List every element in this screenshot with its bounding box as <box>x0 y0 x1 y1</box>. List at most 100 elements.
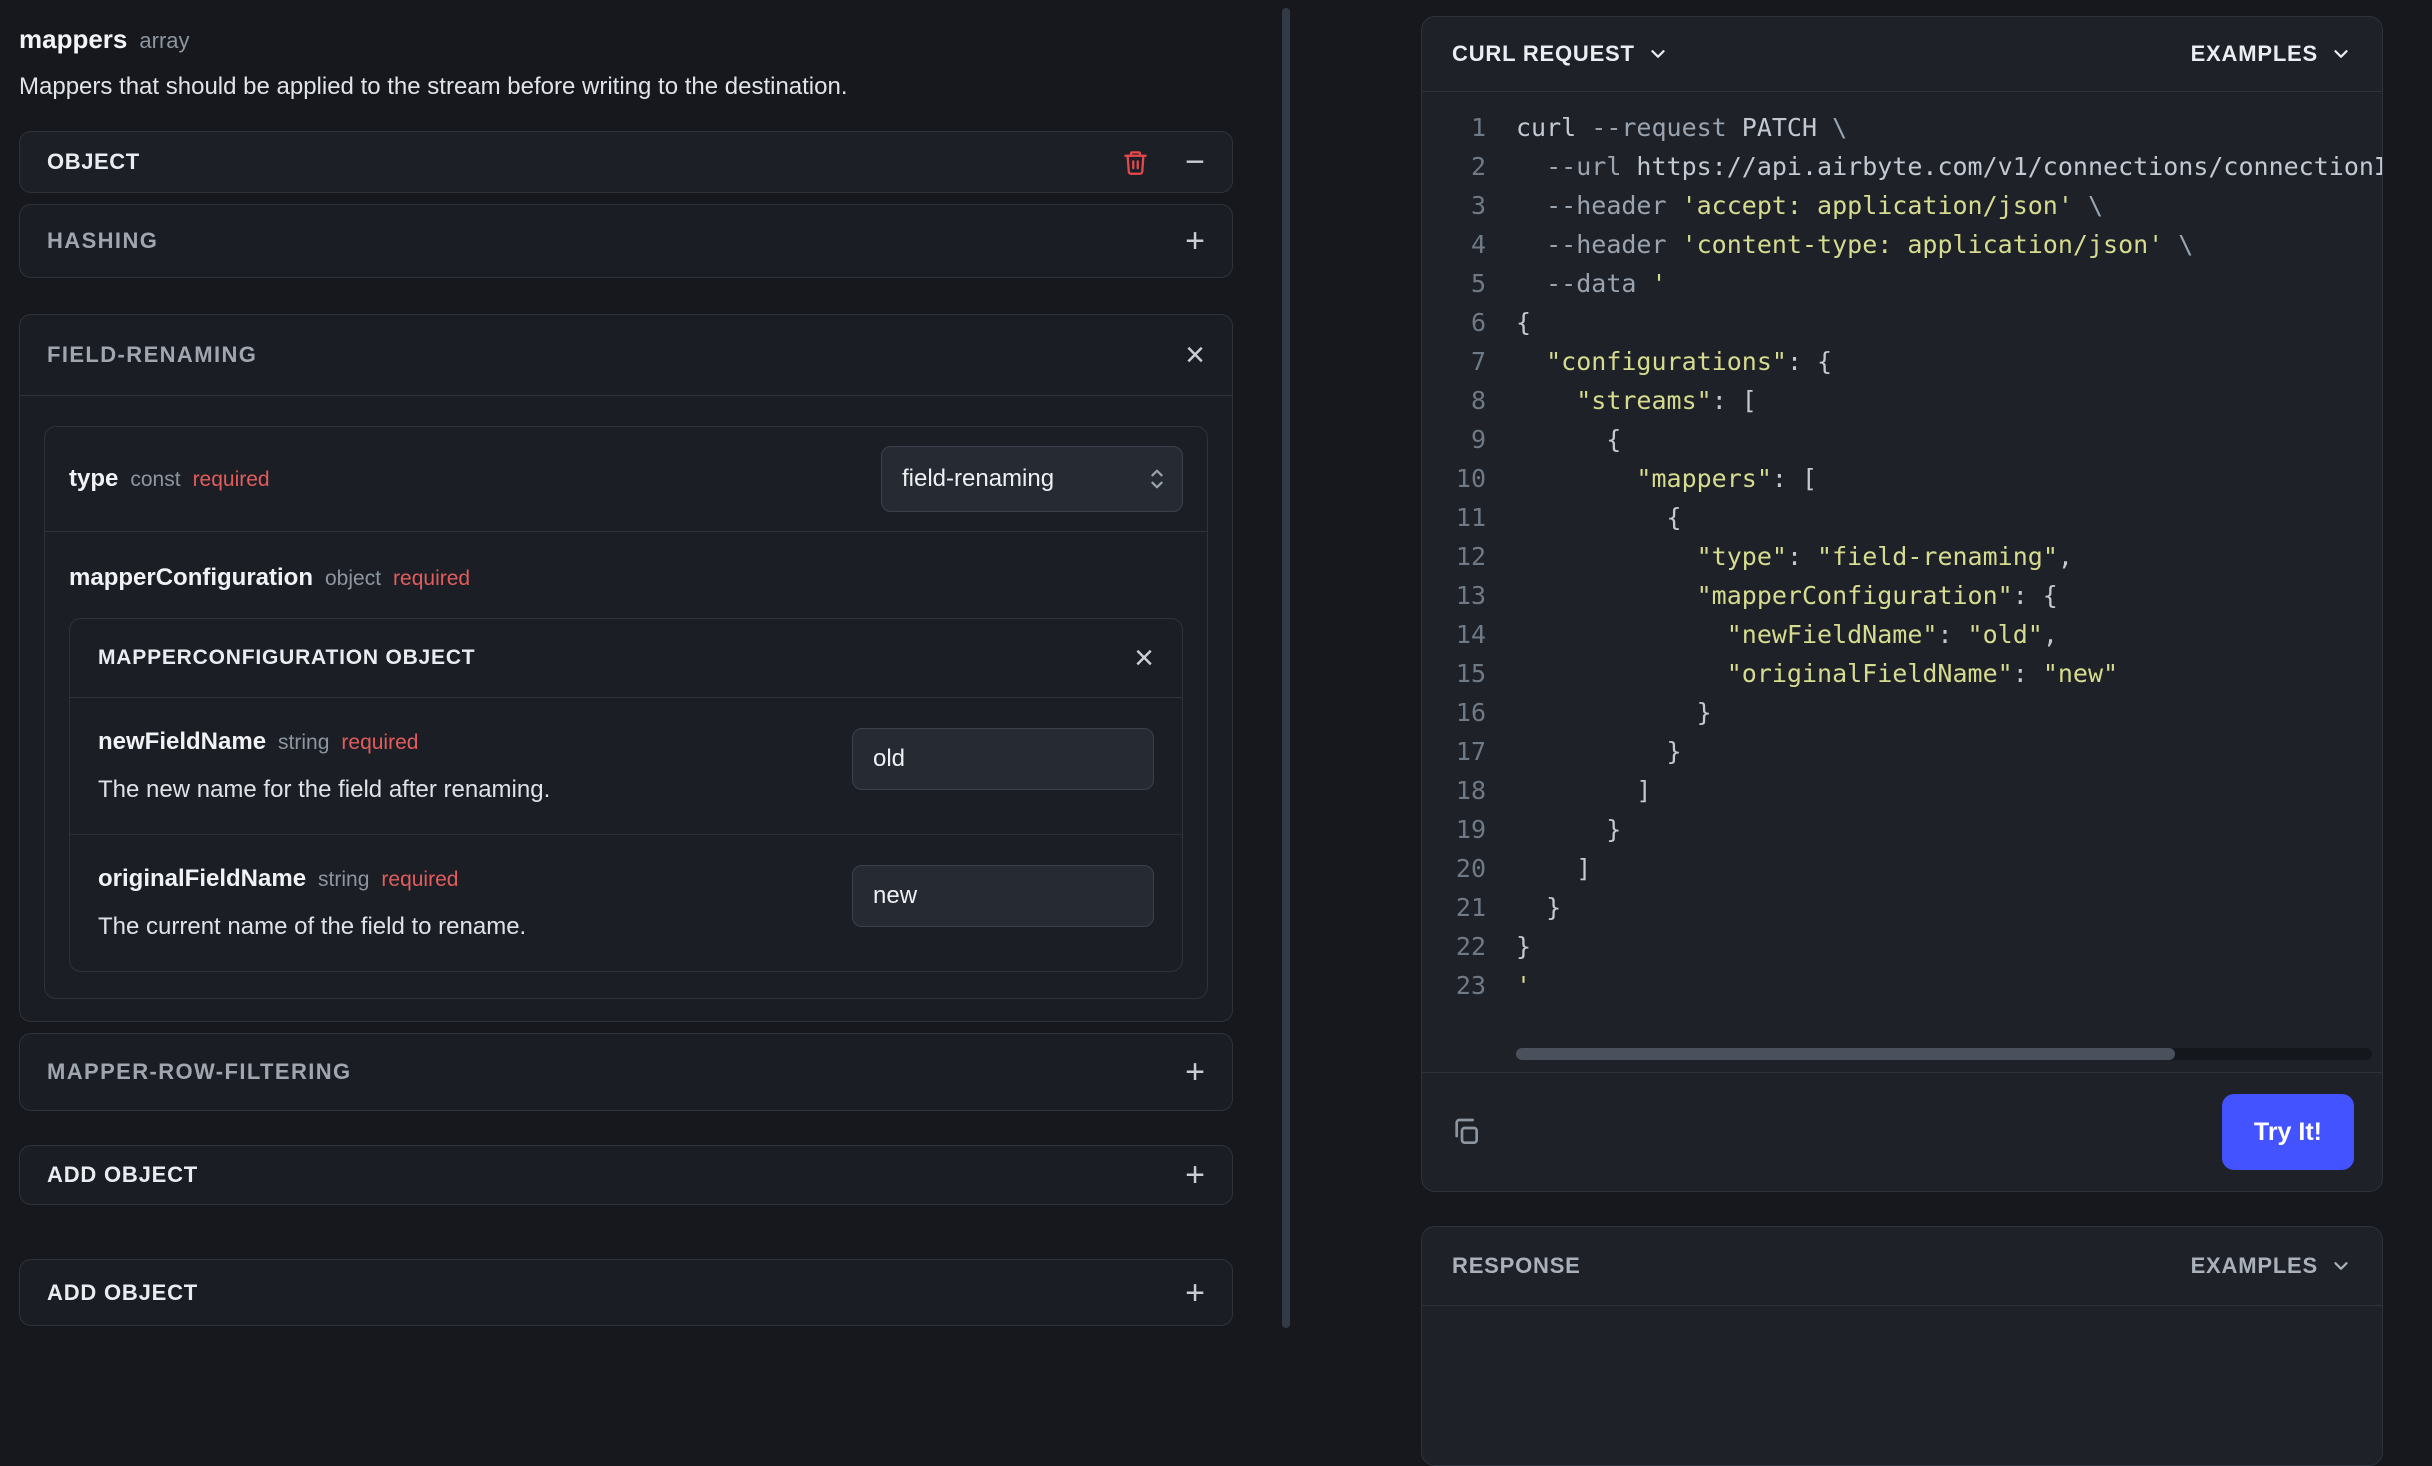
add-object-outer-button[interactable]: ADD OBJECT + <box>19 1259 1233 1326</box>
property-header: mappers array <box>19 24 1233 55</box>
remove-field-renaming-button[interactable]: × <box>1185 338 1205 372</box>
field-renaming-label: FIELD-RENAMING <box>47 342 258 367</box>
request-examples-dropdown[interactable]: EXAMPLES <box>2191 41 2352 67</box>
code-text: ] <box>1516 776 1652 805</box>
new-field-name-info: newFieldName string required The new nam… <box>98 728 550 804</box>
code-text: } <box>1516 932 1532 961</box>
code-text: --url https://api.airbyte.com/v1/connect… <box>1546 152 2382 181</box>
copy-code-button[interactable] <box>1450 1116 1482 1148</box>
chevron-down-icon <box>2334 50 2348 58</box>
add-object-button[interactable]: ADD OBJECT + <box>19 1145 1233 1205</box>
try-it-button[interactable]: Try It! <box>2221 1094 2354 1170</box>
code-block: 1 curl --request PATCH \ 2 --url https://a… <box>1422 92 2382 1042</box>
close-icon: × <box>1185 336 1205 374</box>
plus-icon-button[interactable]: + <box>1185 1158 1205 1192</box>
mapper-configuration-section: mapperConfiguration object required MAPP… <box>45 532 1207 998</box>
request-language-dropdown[interactable]: CURL REQUEST <box>1452 41 1669 67</box>
code-text: "configurations": { <box>1546 347 1833 376</box>
object-label: OBJECT <box>47 149 140 174</box>
expand-hashing-button[interactable]: + <box>1185 224 1205 258</box>
curl-request-title: CURL REQUEST <box>1452 41 1635 66</box>
new-field-name-meta: string <box>278 731 330 754</box>
type-field-row: type const required field-renaming <box>45 427 1207 532</box>
code-line: 2 --url https://api.airbyte.com/v1/conne… <box>1422 147 2382 186</box>
line-number: 20 <box>1455 854 1486 883</box>
examples-label: EXAMPLES <box>2190 41 2318 66</box>
type-select-value: field-renaming <box>902 465 1055 492</box>
copy-icon <box>1455 1118 1478 1144</box>
code-horizontal-scrollbar[interactable] <box>1516 1048 2372 1060</box>
collapse-object-button[interactable]: − <box>1185 145 1205 179</box>
playground-panel: CURL REQUEST EXAMPLES 1 curl --request PA… <box>1421 16 2383 1466</box>
original-field-name-label: originalFieldName <box>98 865 307 892</box>
code-line: 20 ] <box>1422 849 2382 888</box>
code-text: ] <box>1516 854 1592 883</box>
code-text: } <box>1516 815 1622 844</box>
line-number: 17 <box>1455 737 1486 766</box>
response-header: RESPONSE EXAMPLES <box>1422 1227 2382 1306</box>
new-field-name-input[interactable] <box>852 728 1154 790</box>
line-number: 9 <box>1470 425 1486 454</box>
code-text: curl --request PATCH \ <box>1516 113 1848 142</box>
code-text: "type": "field-renaming", <box>1696 542 2073 571</box>
response-examples-dropdown[interactable]: EXAMPLES <box>2191 1253 2352 1279</box>
mapper-configuration-card-title: MAPPERCONFIGURATION OBJECT <box>98 646 476 669</box>
line-number: 23 <box>1455 971 1486 1000</box>
code-line: 6{ <box>1422 303 2382 342</box>
code-line: 8 "streams": [ <box>1422 381 2382 420</box>
code-line: 16 } <box>1422 693 2382 732</box>
line-number: 5 <box>1470 269 1486 298</box>
line-number: 10 <box>1455 464 1486 493</box>
mapper-row-filtering-section[interactable]: MAPPER-ROW-FILTERING + <box>19 1033 1233 1111</box>
code-text: "streams": [ <box>1576 386 1757 415</box>
code-text: --header 'content-type: application/json… <box>1546 230 2194 259</box>
original-field-name-input[interactable] <box>852 865 1154 927</box>
code-line: 12 "type": "field-renaming", <box>1422 537 2382 576</box>
code-text: { <box>1516 503 1682 532</box>
mapper-configuration-card-header: MAPPERCONFIGURATION OBJECT × <box>70 619 1182 698</box>
plus-icon-button[interactable]: + <box>1185 1276 1205 1310</box>
type-select[interactable]: field-renaming <box>881 446 1183 512</box>
mapper-configuration-name: mapperConfiguration <box>69 564 313 591</box>
mapper-configuration-required: required <box>393 567 471 590</box>
line-number: 12 <box>1455 542 1486 571</box>
code-lines: 1 curl --request PATCH \ 2 --url https://a… <box>1422 108 2382 1005</box>
close-mapper-configuration-button[interactable]: × <box>1134 641 1154 675</box>
plus-icon: + <box>1185 1156 1205 1194</box>
line-number: 3 <box>1470 191 1486 220</box>
line-number: 19 <box>1455 815 1486 844</box>
line-number: 2 <box>1470 152 1486 181</box>
code-text: } <box>1516 893 1562 922</box>
code-line: 5 --data ' <box>1422 264 2382 303</box>
original-field-name-required: required <box>381 868 459 891</box>
new-field-name-label: newFieldName <box>98 728 267 755</box>
code-line: 3 --header 'accept: application/json' \ <box>1422 186 2382 225</box>
mapper-row-filtering-label: MAPPER-ROW-FILTERING <box>47 1059 352 1084</box>
trash-icon <box>1124 150 1147 175</box>
field-renaming-header[interactable]: FIELD-RENAMING × <box>20 315 1232 396</box>
code-text: } <box>1516 737 1682 766</box>
code-line: 19 } <box>1422 810 2382 849</box>
type-field-name: type <box>69 465 119 492</box>
field-renaming-section: FIELD-RENAMING × type const required fie… <box>19 314 1233 1022</box>
expand-mapper-row-filtering-button[interactable]: + <box>1185 1055 1205 1089</box>
code-horizontal-scrollbar-thumb[interactable] <box>1516 1048 2176 1060</box>
line-number: 18 <box>1455 776 1486 805</box>
chevron-down-icon <box>1651 50 1665 58</box>
delete-object-button[interactable] <box>1122 149 1149 176</box>
close-icon: × <box>1134 639 1154 677</box>
mapper-configuration-meta: object <box>325 567 382 590</box>
code-line: 21 } <box>1422 888 2382 927</box>
new-field-name-row: newFieldName string required The new nam… <box>70 698 1182 834</box>
hashing-section[interactable]: HASHING + <box>19 204 1233 278</box>
code-text: "mappers": [ <box>1636 464 1818 493</box>
code-line: 13 "mapperConfiguration": { <box>1422 576 2382 615</box>
new-field-name-description: The new name for the field after renamin… <box>98 776 551 803</box>
line-number: 16 <box>1455 698 1486 727</box>
line-number: 7 <box>1470 347 1486 376</box>
mapper-configuration-label-row: mapperConfiguration object required <box>69 564 1183 592</box>
field-renaming-body: type const required field-renaming mappe… <box>20 396 1232 1021</box>
vertical-scrollbar[interactable] <box>1282 8 1290 1328</box>
response-panel: RESPONSE EXAMPLES <box>1421 1226 2383 1466</box>
code-text: ' <box>1516 971 1532 1000</box>
